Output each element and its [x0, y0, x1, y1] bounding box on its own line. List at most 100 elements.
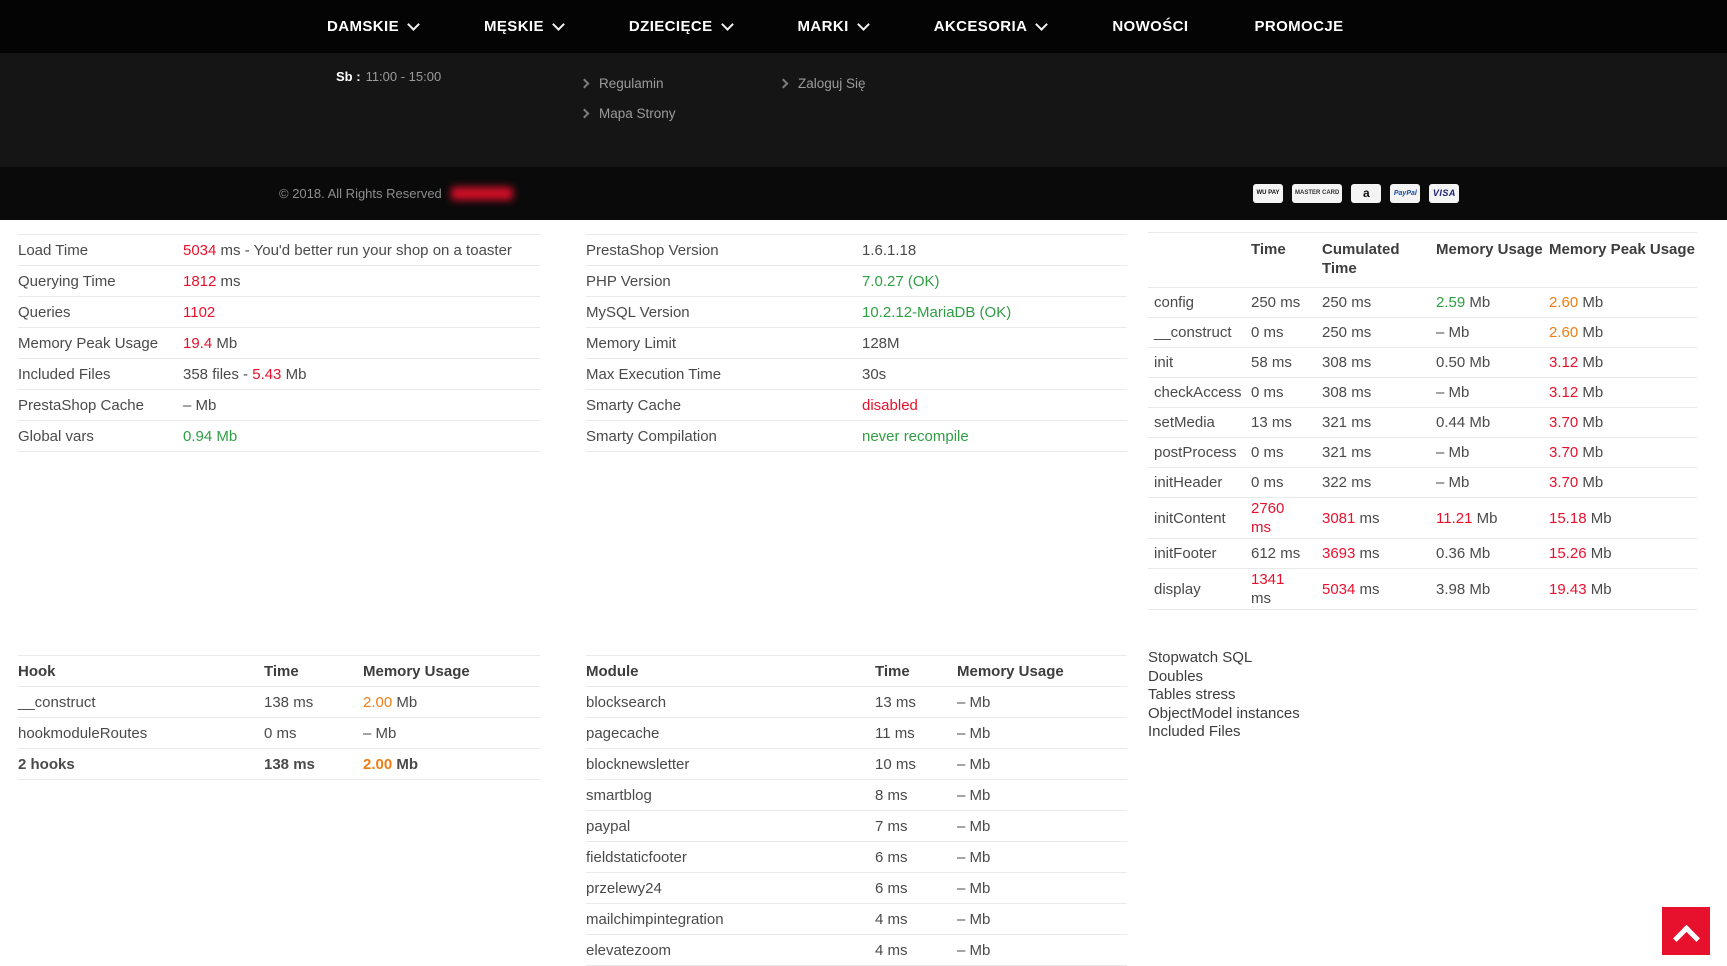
text-part: 15.18	[1549, 509, 1587, 527]
payment-icon-paypal: PayPal	[1390, 184, 1421, 203]
row-value: 1.6.1.18	[862, 242, 1127, 259]
text-part: 0.94 Mb	[183, 427, 238, 445]
row-label: paypal	[586, 817, 631, 835]
text-part: 5034	[1322, 580, 1356, 598]
cell-value: – Mb	[957, 942, 1127, 959]
nav-item-damskie[interactable]: DAMSKIE	[327, 17, 420, 35]
profiler-row: PrestaShop Version 1.6.1.18	[586, 235, 1127, 266]
footer-link-regulamin[interactable]: Regulamin	[579, 76, 676, 91]
row-label: setMedia	[1154, 414, 1215, 431]
row-label: Memory Limit	[586, 334, 677, 352]
cell-value: 138 ms	[264, 756, 363, 773]
text-part: 11 ms	[875, 724, 915, 742]
row-label: initHeader	[1154, 474, 1223, 491]
nav-item-akcesoria[interactable]: AKCESORIA	[934, 17, 1049, 35]
profiler-row: Memory Peak Usage 19.4 Mb	[18, 328, 540, 359]
cell-value: 13 ms	[875, 694, 957, 711]
text-part: 8 ms	[875, 786, 908, 804]
text-part: – Mb	[1436, 444, 1470, 461]
profiler-row: MySQL Version 10.2.12-MariaDB (OK)	[586, 297, 1127, 328]
cell-value: 19.43 Mb	[1549, 580, 1697, 599]
cell-value: 3.12 Mb	[1549, 383, 1697, 402]
column-header: Time	[875, 662, 910, 680]
text-part: 10 ms	[875, 755, 916, 773]
cell-value: 3.70 Mb	[1549, 413, 1697, 432]
chevron-down-icon	[856, 17, 870, 31]
text-part: – Mb	[957, 693, 991, 711]
row-label: checkAccess	[1154, 384, 1242, 401]
cell-value: – Mb	[1436, 383, 1549, 402]
text-part: 612 ms	[1251, 545, 1301, 562]
profiler-links: Stopwatch SQL Doubles Tables stress ObjectM…	[1148, 649, 1300, 741]
profiler-row: Load Time 5034 ms - You'd better run your…	[18, 235, 540, 266]
row-label: MySQL Version	[586, 303, 690, 321]
row-label: blocknewsletter	[586, 755, 690, 773]
nav-item-dziecięce[interactable]: DZIECIĘCE	[629, 17, 734, 35]
hooks-table: Hook Time Memory Usage __construct 138 ms 2.0…	[18, 655, 540, 780]
table-row: fieldstaticfooter 6 ms – Mb	[586, 842, 1127, 873]
copyright-bar: © 2018. All Rights Reserved WU PAY MASTER…	[0, 167, 1727, 220]
text-part: Mb	[1472, 509, 1498, 527]
text-part: 2.60	[1549, 324, 1579, 341]
table-row: elevatezoom 4 ms – Mb	[586, 935, 1127, 966]
text-part: – Mb	[957, 879, 991, 897]
row-label: Global vars	[18, 427, 94, 445]
payment-icon-wu-pay: WU PAY	[1253, 184, 1283, 203]
column-header: Cumulated Time	[1322, 241, 1400, 277]
cell-value: 322 ms	[1322, 473, 1436, 492]
profiler-link-doubles[interactable]: Doubles	[1148, 668, 1300, 686]
text-part: – Mb	[957, 817, 991, 835]
cell-value: 321 ms	[1322, 443, 1436, 462]
text-part: 1.6.1.18	[862, 241, 917, 259]
text-part: 0 ms	[1251, 474, 1284, 491]
text-part: disabled	[862, 396, 918, 414]
text-part: 2.60	[1549, 294, 1579, 311]
text-part: ms	[1355, 580, 1380, 598]
chevron-down-icon	[552, 17, 565, 31]
text-part: 3.98 Mb	[1436, 580, 1491, 598]
cell-value: 0.50 Mb	[1436, 353, 1549, 372]
profiler-link-objectmodel-instances[interactable]: ObjectModel instances	[1148, 705, 1300, 723]
cell-value: 11.21 Mb	[1436, 509, 1549, 528]
scroll-to-top-button[interactable]	[1662, 907, 1710, 955]
row-value: 10.2.12-MariaDB (OK)	[862, 304, 1127, 321]
text-part: 7.0.27 (OK)	[862, 272, 940, 290]
profiler-link-included-files[interactable]: Included Files	[1148, 723, 1300, 741]
nav-item-męskie[interactable]: MĘSKIE	[484, 17, 565, 35]
cell-value: 8 ms	[875, 787, 957, 804]
text-part: 4 ms	[875, 941, 908, 959]
table-row: blocknewsletter 10 ms – Mb	[586, 749, 1127, 780]
nav-item-promocje[interactable]: PROMOCJE	[1254, 18, 1343, 35]
column-header: Hook	[18, 662, 56, 680]
footer-link-zaloguj-się[interactable]: Zaloguj Się	[778, 76, 866, 91]
profiler-link-stopwatch-sql[interactable]: Stopwatch SQL	[1148, 649, 1300, 667]
text-part: Mb	[1586, 545, 1612, 562]
nav-item-marki[interactable]: MARKI	[798, 17, 870, 35]
cell-value: 0 ms	[264, 725, 363, 742]
text-part: Mb	[1578, 354, 1604, 371]
row-label: initFooter	[1154, 545, 1217, 562]
table-row: pagecache 11 ms – Mb	[586, 718, 1127, 749]
nav-item-nowości[interactable]: NOWOŚCI	[1112, 18, 1188, 35]
row-label: Load Time	[18, 241, 89, 259]
column-header: Time	[1251, 241, 1286, 258]
table-row: blocksearch 13 ms – Mb	[586, 687, 1127, 718]
table-row: __construct 138 ms 2.00 Mb	[18, 687, 540, 718]
cell-value: – Mb	[363, 725, 540, 742]
text-part: 11.21	[1436, 509, 1473, 527]
text-part: 15.26	[1549, 545, 1587, 562]
footer-link-mapa-strony[interactable]: Mapa Strony	[579, 106, 676, 121]
row-value: 128M	[862, 335, 1127, 352]
text-part: ms	[1355, 545, 1380, 562]
opening-hours: Sb : 11:00 - 15:00	[336, 69, 441, 84]
cell-value: – Mb	[1436, 443, 1549, 462]
text-part: never recompile	[862, 427, 969, 445]
cell-value: – Mb	[957, 725, 1127, 742]
cell-value: 0 ms	[1251, 443, 1322, 462]
cell-value: 3081 ms	[1322, 509, 1436, 528]
cell-value: 138 ms	[264, 694, 363, 711]
profiler-row: Smarty Compilation never recompile	[586, 421, 1127, 452]
cell-value: 2760 ms	[1251, 499, 1322, 537]
column-header: Module	[586, 662, 639, 680]
profiler-link-tables-stress[interactable]: Tables stress	[1148, 686, 1300, 704]
